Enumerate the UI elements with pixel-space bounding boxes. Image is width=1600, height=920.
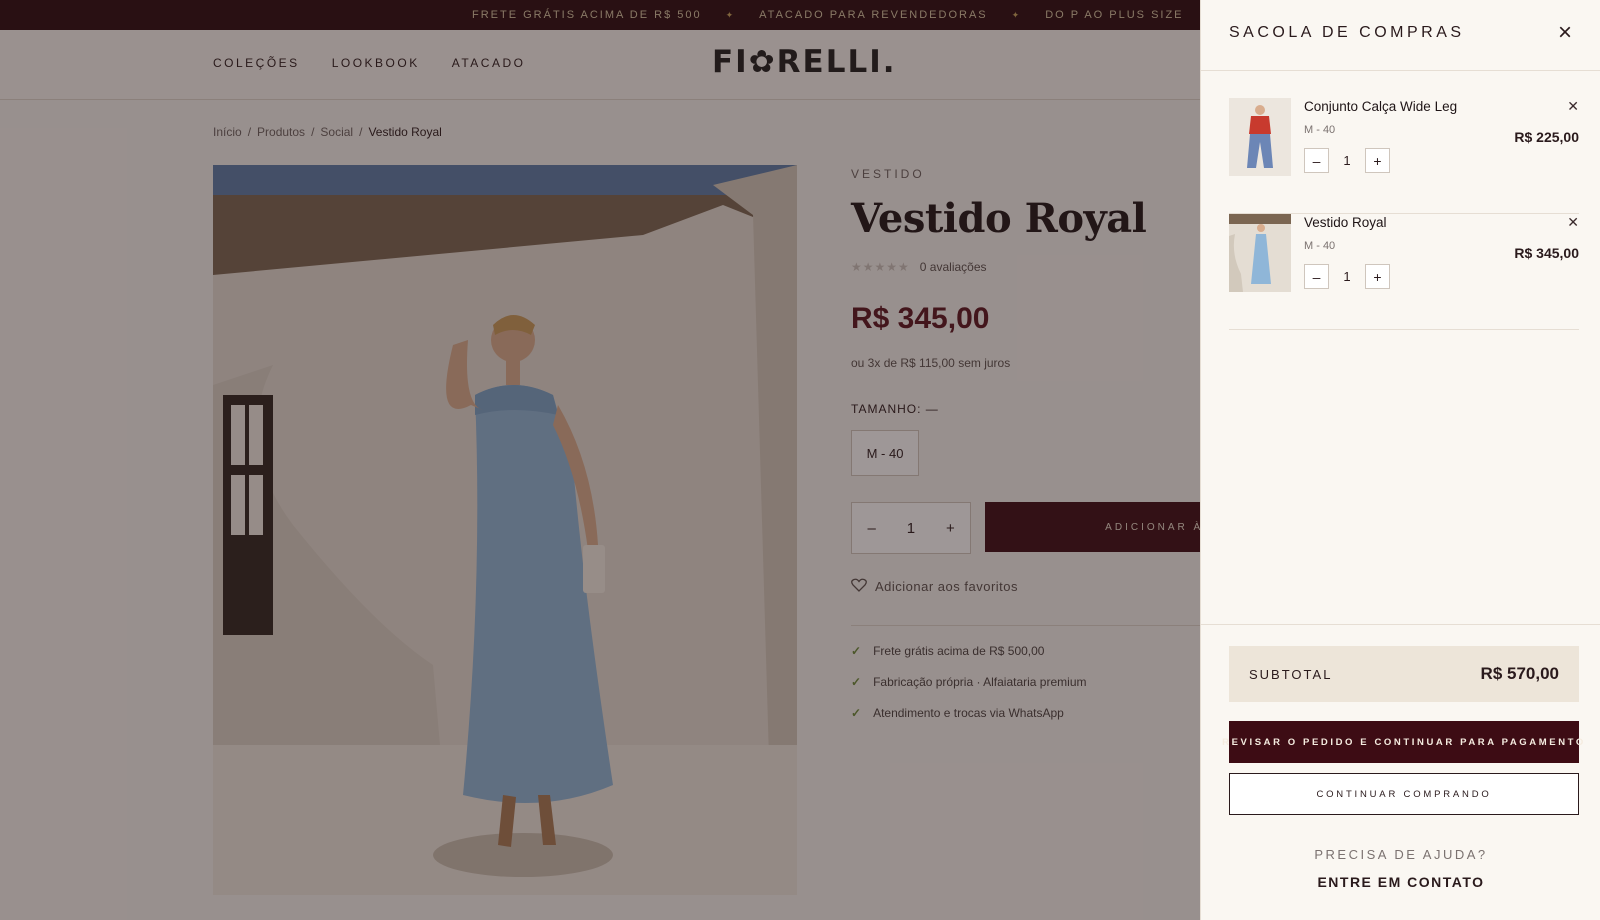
cart-item-thumbnail[interactable] (1229, 214, 1291, 292)
cart-item-variant: M - 40 (1304, 240, 1336, 252)
cart-item-thumbnail[interactable] (1229, 98, 1291, 176)
checkout-button[interactable]: REVISAR O PEDIDO E CONTINUAR PARA PAGAME… (1222, 721, 1583, 763)
cart-quantity-stepper: – 1 + (1304, 148, 1390, 173)
close-icon[interactable]: × (1554, 21, 1576, 45)
cart-item-name[interactable]: Vestido Royal (1304, 215, 1387, 230)
help-text: PRECISA DE AJUDA? (1314, 847, 1488, 862)
decrease-qty-button[interactable]: – (1304, 148, 1329, 173)
increase-qty-button[interactable]: + (1365, 264, 1390, 289)
subtotal-value: R$ 570,00 (1480, 664, 1559, 683)
cart-item-name[interactable]: Conjunto Calça Wide Leg (1304, 99, 1457, 114)
cart-thumbnail-illustration (1229, 98, 1291, 176)
decrease-qty-button[interactable]: – (1304, 264, 1329, 289)
remove-item-icon[interactable]: ✕ (1567, 214, 1579, 231)
cart-item-variant: M - 40 (1304, 124, 1336, 136)
cart-title: SACOLA DE COMPRAS (1229, 24, 1465, 41)
cart-drawer: SACOLA DE COMPRAS × Conjunto Calça Wide … (1200, 0, 1600, 920)
contact-link[interactable]: ENTRE EM CONTATO (1201, 874, 1600, 890)
cart-header: SACOLA DE COMPRAS × (1201, 0, 1600, 71)
cart-footer: SUBTOTAL R$ 570,00 REVISAR O PEDIDO E CO… (1201, 624, 1600, 920)
remove-item-icon[interactable]: ✕ (1567, 98, 1579, 115)
cart-item-price: R$ 225,00 (1514, 129, 1579, 145)
cart-item-price: R$ 345,00 (1514, 245, 1579, 261)
cart-item: Vestido Royal M - 40 ✕ R$ 345,00 – 1 + (1229, 214, 1579, 330)
cart-item-qty[interactable]: 1 (1329, 269, 1365, 284)
cart-item: Conjunto Calça Wide Leg M - 40 ✕ R$ 225,… (1229, 98, 1579, 214)
continue-shopping-button[interactable]: CONTINUAR COMPRANDO (1229, 773, 1579, 815)
increase-qty-button[interactable]: + (1365, 148, 1390, 173)
subtotal-label: SUBTOTAL (1249, 666, 1333, 682)
subtotal-box: SUBTOTAL R$ 570,00 (1229, 646, 1579, 702)
cart-thumbnail-illustration (1229, 214, 1291, 292)
drawer-backdrop[interactable] (0, 0, 1200, 920)
cart-item-qty[interactable]: 1 (1329, 153, 1365, 168)
cart-quantity-stepper: – 1 + (1304, 264, 1390, 289)
